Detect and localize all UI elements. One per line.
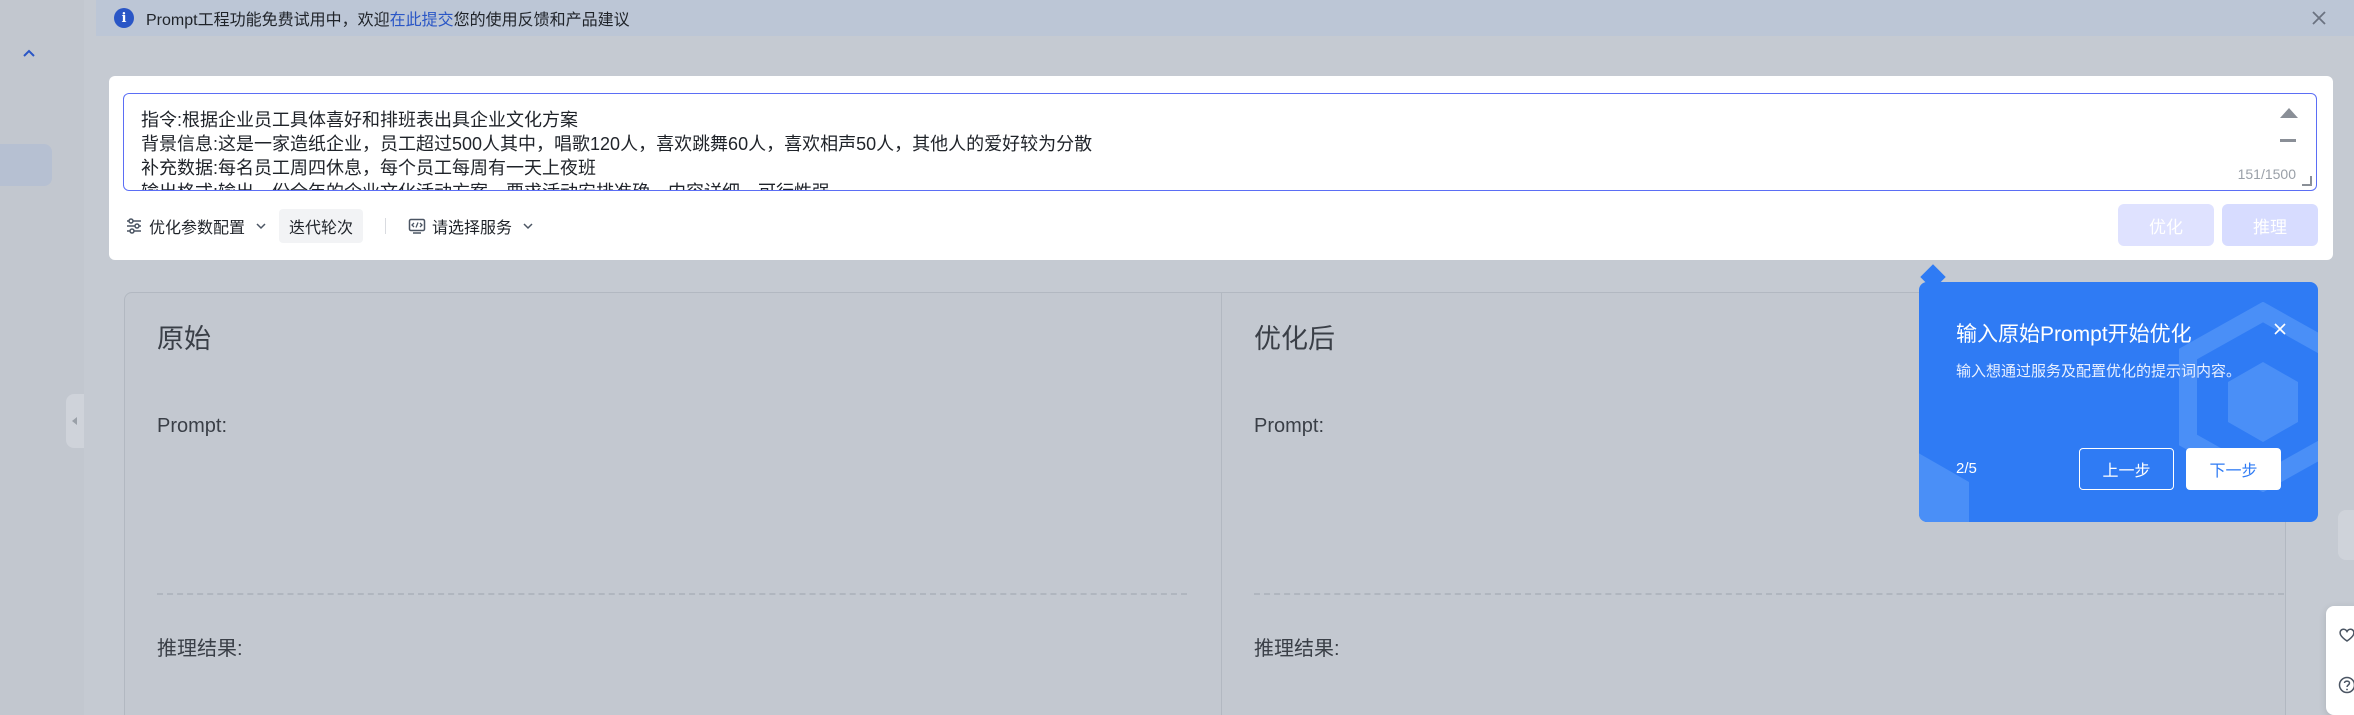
sidebar-collapse-handle[interactable]: [66, 394, 84, 448]
optimize-button[interactable]: 优化: [2118, 204, 2214, 246]
char-count: 151/1500: [2237, 166, 2296, 182]
right-panel-handle[interactable]: [2338, 510, 2354, 560]
toolbar-separator: [385, 218, 387, 234]
sidebar-active-item[interactable]: [0, 144, 52, 186]
panel-divider: [1221, 292, 1222, 715]
prompt-input-card: 指令:根据企业员工具体喜好和排班表出具企业文化方案 背景信息:这是一家造纸企业，…: [109, 76, 2333, 260]
side-navigation: [0, 0, 84, 715]
optimized-divider: [1254, 593, 2284, 595]
original-divider: [157, 593, 1187, 595]
chevron-up-icon[interactable]: [22, 46, 36, 60]
close-icon[interactable]: [2308, 7, 2330, 29]
onboarding-tooltip: 输入原始Prompt开始优化 输入想通过服务及配置优化的提示词内容。 2/5 上…: [1919, 282, 2318, 522]
service-select[interactable]: 请选择服务: [408, 214, 534, 238]
info-icon: i: [114, 8, 134, 28]
guide-description: 输入想通过服务及配置优化的提示词内容。: [1956, 363, 2242, 380]
prompt-toolbar: 优化参数配置 迭代轮次 请选择服务: [125, 209, 534, 243]
caret-left-icon: [72, 417, 77, 425]
chevron-down-icon: [256, 223, 266, 230]
prompt-line: 补充数据:每名员工周四休息，每个员工每周有一天上夜班: [141, 158, 596, 178]
guide-next-button[interactable]: 下一步: [2186, 448, 2281, 490]
notice-banner: i Prompt工程功能免费试用中，欢迎在此提交您的使用反馈和产品建议: [96, 0, 2354, 36]
iteration-rounds-tag[interactable]: 迭代轮次: [279, 209, 364, 243]
notice-text: Prompt工程功能免费试用中，欢迎在此提交您的使用反馈和产品建议: [146, 6, 630, 30]
prompt-line: 指令:根据企业员工具体喜好和排班表出具企业文化方案: [141, 110, 578, 130]
decorative-shape-icon: [1919, 453, 1969, 522]
prompt-textarea[interactable]: 指令:根据企业员工具体喜好和排班表出具企业文化方案 背景信息:这是一家造纸企业，…: [123, 93, 2317, 191]
original-result-label: 推理结果:: [157, 638, 243, 660]
optimized-prompt-label: Prompt:: [1254, 415, 1325, 437]
heart-icon[interactable]: [2338, 626, 2354, 644]
service-select-label: 请选择服务: [432, 220, 513, 237]
close-icon[interactable]: [2273, 322, 2287, 336]
guide-prev-button[interactable]: 上一步: [2079, 448, 2174, 490]
prompt-line: 背景信息:这是一家造纸企业，员工超过500人其中，唱歌120人，喜欢跳舞60人，…: [141, 134, 1093, 154]
notice-text-suffix: 您的使用反馈和产品建议: [453, 12, 630, 29]
optimized-result-label: 推理结果:: [1254, 638, 1340, 660]
guide-title: 输入原始Prompt开始优化: [1956, 323, 2192, 346]
optimize-params-dropdown[interactable]: 优化参数配置: [125, 214, 267, 238]
code-window-icon: [408, 218, 426, 234]
scrollbar-thumb[interactable]: [2280, 139, 2296, 142]
optimize-params-label: 优化参数配置: [149, 220, 246, 237]
guide-step-indicator: 2/5: [1956, 460, 1977, 477]
notice-text-prefix: Prompt工程功能免费试用中，欢迎: [146, 12, 390, 29]
infer-button[interactable]: 推理: [2222, 204, 2318, 246]
chevron-down-icon: [523, 223, 533, 230]
sliders-icon: [127, 218, 141, 234]
scroll-up-arrow[interactable]: [2280, 108, 2298, 118]
help-icon[interactable]: [2338, 676, 2354, 694]
floating-toolbar: [2326, 606, 2354, 715]
prompt-line: 输出格式:输出一份全年的企业文化活动方案，要求活动安排准确，内容详细，可行性强: [141, 180, 2316, 190]
feedback-link[interactable]: 在此提交: [390, 12, 454, 29]
original-panel-title: 原始: [157, 324, 211, 354]
optimized-panel-title: 优化后: [1254, 324, 1335, 354]
resize-handle[interactable]: [2302, 176, 2312, 186]
original-prompt-label: Prompt:: [157, 415, 228, 437]
prompt-text: 指令:根据企业员工具体喜好和排班表出具企业文化方案 背景信息:这是一家造纸企业，…: [124, 94, 2316, 190]
